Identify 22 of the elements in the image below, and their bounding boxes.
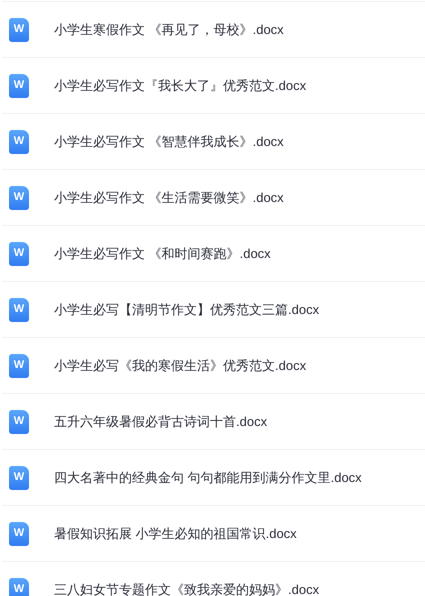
- word-file-icon: W: [9, 130, 29, 154]
- file-name[interactable]: 暑假知识拓展 小学生必知的祖国常识.docx: [54, 524, 297, 544]
- word-file-icon: W: [9, 18, 29, 42]
- word-file-icon: W: [9, 578, 29, 596]
- word-file-icon: W: [9, 298, 29, 322]
- file-name[interactable]: 四大名著中的经典金句 句句都能用到满分作文里.docx: [54, 468, 362, 488]
- file-name[interactable]: 小学生必写作文 《智慧伴我成长》.docx: [54, 132, 284, 152]
- file-name[interactable]: 五升六年级暑假必背古诗词十首.docx: [54, 412, 268, 432]
- file-name[interactable]: 小学生必写作文 《生活需要微笑》.docx: [54, 188, 284, 208]
- file-name[interactable]: 小学生寒假作文 《再见了，母校》.docx: [54, 20, 284, 40]
- file-name[interactable]: 小学生必写作文 《和时间赛跑》.docx: [54, 244, 271, 264]
- word-file-icon: W: [9, 410, 29, 434]
- word-file-icon: W: [9, 466, 29, 490]
- word-file-icon: W: [9, 186, 29, 210]
- file-name[interactable]: 小学生必写《我的寒假生活》优秀范文.docx: [54, 356, 306, 376]
- word-file-icon: W: [9, 354, 29, 378]
- file-name[interactable]: 三八妇女节专题作文《致我亲爱的妈妈》.docx: [54, 580, 320, 596]
- file-name[interactable]: 小学生必写【清明节作文】优秀范文三篇.docx: [54, 300, 320, 320]
- word-file-icon: W: [9, 242, 29, 266]
- word-file-icon: W: [9, 74, 29, 98]
- file-name[interactable]: 小学生必写作文『我长大了』优秀范文.docx: [54, 76, 306, 96]
- word-file-icon: W: [9, 522, 29, 546]
